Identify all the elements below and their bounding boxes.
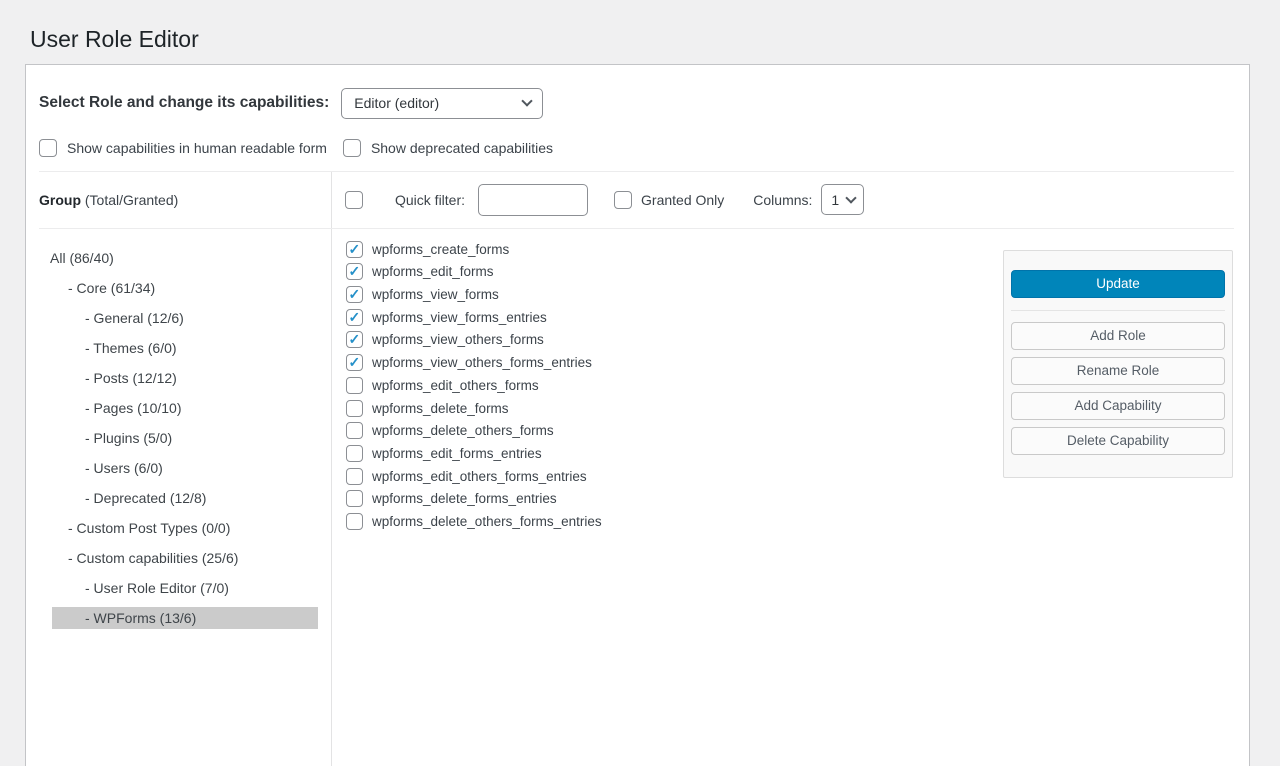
group-header-rest: (Total/Granted) xyxy=(81,192,178,208)
capability-label: wpforms_edit_forms xyxy=(372,264,494,279)
capability-checkbox[interactable] xyxy=(346,309,363,326)
display-options-row: Show capabilities in human readable form… xyxy=(26,127,1249,171)
group-item-plugins[interactable]: - Plugins (5/0) xyxy=(26,423,331,453)
group-item-wpforms[interactable]: - WPForms (13/6) xyxy=(26,603,331,633)
group-item-core[interactable]: - Core (61/34) xyxy=(26,273,331,303)
group-item-posts[interactable]: - Posts (12/12) xyxy=(26,363,331,393)
capability-label: wpforms_create_forms xyxy=(372,242,509,257)
content-band: All (86/40) - Core (61/34) - General (12… xyxy=(26,229,1249,766)
quick-filter-input[interactable] xyxy=(478,184,588,216)
select-all-checkbox[interactable] xyxy=(345,191,363,209)
option-human-readable: Show capabilities in human readable form xyxy=(39,139,327,157)
capability-label: wpforms_view_others_forms_entries xyxy=(372,355,592,370)
deprecated-checkbox[interactable] xyxy=(343,139,361,157)
capability-label: wpforms_view_others_forms xyxy=(372,332,544,347)
columns-select-value: 1 xyxy=(831,192,839,208)
chevron-down-icon xyxy=(846,192,857,203)
human-readable-checkbox[interactable] xyxy=(39,139,57,157)
capability-checkbox[interactable] xyxy=(346,331,363,348)
header-band: Group (Total/Granted) Quick filter: Gran… xyxy=(26,172,1249,228)
group-item-all[interactable]: All (86/40) xyxy=(26,243,331,273)
user-role-editor-panel: Select Role and change its capabilities:… xyxy=(25,64,1250,766)
page-title: User Role Editor xyxy=(30,25,1280,55)
actions-separator xyxy=(1011,310,1225,311)
human-readable-label: Show capabilities in human readable form xyxy=(67,140,327,156)
capability-checkbox[interactable] xyxy=(346,377,363,394)
capability-label: wpforms_edit_forms_entries xyxy=(372,446,542,461)
actions-panel: Update Add Role Rename Role Add Capabili… xyxy=(1003,250,1233,478)
capability-label: wpforms_view_forms xyxy=(372,287,499,302)
role-selector-row: Select Role and change its capabilities:… xyxy=(26,65,1249,127)
columns-label: Columns: xyxy=(753,192,812,208)
capability-label: wpforms_view_forms_entries xyxy=(372,310,547,325)
group-item-users[interactable]: - Users (6/0) xyxy=(26,453,331,483)
group-item-general[interactable]: - General (12/6) xyxy=(26,303,331,333)
group-header-bold: Group xyxy=(39,192,81,208)
group-item-deprecated[interactable]: - Deprecated (12/8) xyxy=(26,483,331,513)
role-select[interactable]: Editor (editor) xyxy=(341,88,543,119)
capability-label: wpforms_delete_forms_entries xyxy=(372,491,557,506)
quick-filter-bar: Quick filter: Granted Only Columns: 1 xyxy=(332,172,1249,228)
add-role-button[interactable]: Add Role xyxy=(1011,322,1225,350)
capability-checkbox[interactable] xyxy=(346,286,363,303)
add-capability-button[interactable]: Add Capability xyxy=(1011,392,1225,420)
rename-role-button[interactable]: Rename Role xyxy=(1011,357,1225,385)
capability-label: wpforms_delete_others_forms_entries xyxy=(372,514,602,529)
capability-checkbox[interactable] xyxy=(346,241,363,258)
delete-capability-button[interactable]: Delete Capability xyxy=(1011,427,1225,455)
chevron-down-icon xyxy=(522,96,533,107)
capability-label: wpforms_edit_others_forms xyxy=(372,378,539,393)
capability-checkbox[interactable] xyxy=(346,468,363,485)
deprecated-label: Show deprecated capabilities xyxy=(371,140,553,156)
capability-label: wpforms_delete_others_forms xyxy=(372,423,554,438)
capability-checkbox[interactable] xyxy=(346,400,363,417)
capability-checkbox[interactable] xyxy=(346,422,363,439)
option-deprecated: Show deprecated capabilities xyxy=(343,139,553,157)
capability-label: wpforms_edit_others_forms_entries xyxy=(372,469,587,484)
group-tree: All (86/40) - Core (61/34) - General (12… xyxy=(26,229,332,766)
capability-checkbox[interactable] xyxy=(346,490,363,507)
capability-label: wpforms_delete_forms xyxy=(372,401,509,416)
capability-row: wpforms_delete_others_forms_entries xyxy=(346,510,1249,533)
quick-filter-label: Quick filter: xyxy=(395,192,465,208)
role-select-value: Editor (editor) xyxy=(354,95,439,111)
group-item-custom-post-types[interactable]: - Custom Post Types (0/0) xyxy=(26,513,331,543)
group-item-themes[interactable]: - Themes (6/0) xyxy=(26,333,331,363)
capability-checkbox[interactable] xyxy=(346,354,363,371)
capability-checkbox[interactable] xyxy=(346,263,363,280)
group-item-user-role-editor[interactable]: - User Role Editor (7/0) xyxy=(26,573,331,603)
role-selector-label: Select Role and change its capabilities: xyxy=(39,94,329,112)
columns-select[interactable]: 1 xyxy=(821,184,864,215)
update-button[interactable]: Update xyxy=(1011,270,1225,298)
group-item-custom-capabilities[interactable]: - Custom capabilities (25/6) xyxy=(26,543,331,573)
capability-checkbox[interactable] xyxy=(346,445,363,462)
group-item-pages[interactable]: - Pages (10/10) xyxy=(26,393,331,423)
group-column-header: Group (Total/Granted) xyxy=(26,172,332,228)
granted-only-checkbox[interactable] xyxy=(614,191,632,209)
capability-checkbox[interactable] xyxy=(346,513,363,530)
granted-only-label: Granted Only xyxy=(641,192,724,208)
capabilities-column: wpforms_create_forms wpforms_edit_forms … xyxy=(332,229,1249,766)
capability-row: wpforms_delete_forms_entries xyxy=(346,487,1249,510)
